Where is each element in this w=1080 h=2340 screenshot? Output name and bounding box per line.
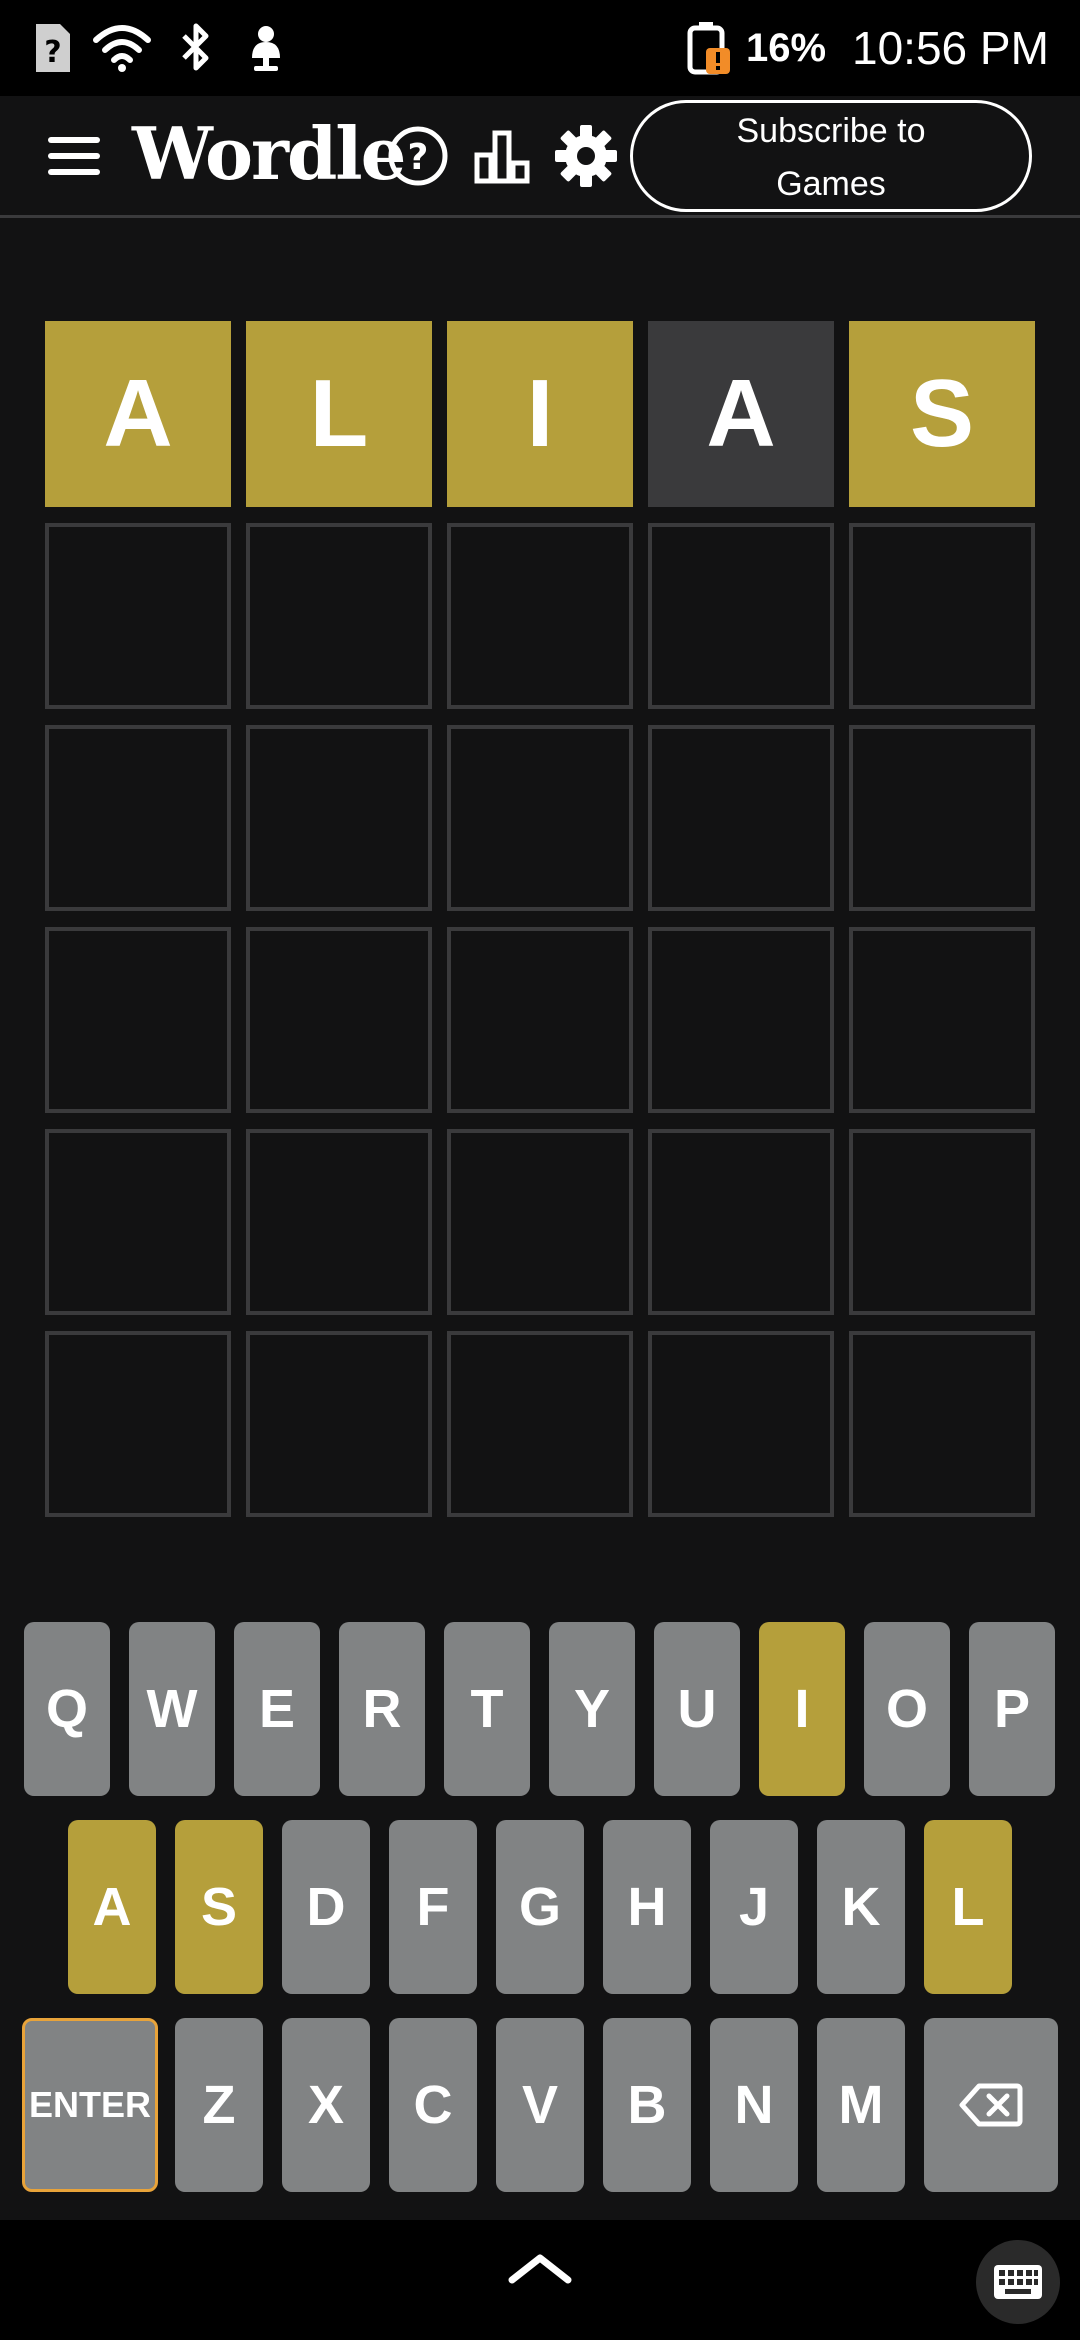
navigation-bar: [0, 2220, 1080, 2340]
key-n[interactable]: N: [710, 2018, 798, 2192]
board-tile: [849, 523, 1035, 709]
key-j[interactable]: J: [710, 1820, 798, 1994]
key-u[interactable]: U: [654, 1622, 740, 1796]
key-x[interactable]: X: [282, 2018, 370, 2192]
stats-icon: [474, 130, 530, 184]
board-tile: [447, 1129, 633, 1315]
key-a[interactable]: A: [68, 1820, 156, 1994]
key-t[interactable]: T: [444, 1622, 530, 1796]
backspace-key[interactable]: [924, 2018, 1058, 2192]
on-screen-keyboard: Q W E R T Y U I O P A S D F G H J K L ENTER Z X C V B N M: [0, 1622, 1080, 2192]
board-tile: [45, 1129, 231, 1315]
svg-text:?: ?: [408, 137, 429, 178]
sim-unknown-icon: ?: [36, 24, 70, 72]
board-tile: [447, 523, 633, 709]
chevron-up-icon[interactable]: [506, 2248, 574, 2288]
board-tile: [648, 725, 834, 911]
key-h[interactable]: H: [603, 1820, 691, 1994]
key-k[interactable]: K: [817, 1820, 905, 1994]
board-tile: [447, 927, 633, 1113]
battery-alert-icon: [687, 22, 730, 75]
board-tile: [849, 1331, 1035, 1517]
game-board: ALIAS: [45, 321, 1035, 1521]
status-bar: ? 16% 10:56 PM: [0, 0, 1080, 96]
key-g[interactable]: G: [496, 1820, 584, 1994]
key-w[interactable]: W: [129, 1622, 215, 1796]
board-tile: [246, 927, 432, 1113]
board-tile: [648, 1331, 834, 1517]
board-tile: I: [447, 321, 633, 507]
subscribe-button[interactable]: Subscribe to Games: [630, 100, 1032, 212]
key-y[interactable]: Y: [549, 1622, 635, 1796]
subscribe-label-line2: Games: [776, 165, 886, 203]
stats-button[interactable]: [464, 118, 540, 194]
key-m[interactable]: M: [817, 2018, 905, 2192]
board-tile: [447, 725, 633, 911]
settings-icon: [555, 125, 617, 187]
help-icon: ?: [388, 126, 448, 186]
key-f[interactable]: F: [389, 1820, 477, 1994]
board-tile: [246, 725, 432, 911]
menu-button[interactable]: [36, 118, 112, 194]
bluetooth-icon: [182, 23, 209, 71]
key-p[interactable]: P: [969, 1622, 1055, 1796]
board-tile: [246, 1331, 432, 1517]
key-o[interactable]: O: [864, 1622, 950, 1796]
menu-icon: [48, 137, 100, 175]
notification-person-icon: [252, 26, 280, 71]
key-e[interactable]: E: [234, 1622, 320, 1796]
board-tile: A: [45, 321, 231, 507]
key-b[interactable]: B: [603, 2018, 691, 2192]
board-tile: [849, 1129, 1035, 1315]
board-tile: S: [849, 321, 1035, 507]
board-tile: [45, 927, 231, 1113]
key-v[interactable]: V: [496, 2018, 584, 2192]
board-tile: [45, 725, 231, 911]
key-z[interactable]: Z: [175, 2018, 263, 2192]
battery-percentage: 16%: [746, 26, 827, 70]
board-tile: L: [246, 321, 432, 507]
board-tile: [648, 927, 834, 1113]
board-tile: [246, 1129, 432, 1315]
board-tile: [246, 523, 432, 709]
board-tile: [648, 1129, 834, 1315]
keyboard-icon: [994, 2265, 1042, 2299]
subscribe-label-line1: Subscribe to: [736, 112, 926, 150]
key-q[interactable]: Q: [24, 1622, 110, 1796]
key-r[interactable]: R: [339, 1622, 425, 1796]
board-tile: [849, 725, 1035, 911]
settings-button[interactable]: [548, 118, 624, 194]
board-tile: [45, 1331, 231, 1517]
page-title: Wordle: [132, 111, 406, 196]
help-button[interactable]: ?: [380, 118, 456, 194]
key-l[interactable]: L: [924, 1820, 1012, 1994]
board-tile: A: [648, 321, 834, 507]
board-tile: [45, 523, 231, 709]
key-i[interactable]: I: [759, 1622, 845, 1796]
clock: 10:56 PM: [852, 22, 1049, 74]
keyboard-toggle-button[interactable]: [976, 2240, 1060, 2324]
app-header: Wordle ? Subscribe to Games: [0, 96, 1080, 218]
key-d[interactable]: D: [282, 1820, 370, 1994]
key-c[interactable]: C: [389, 2018, 477, 2192]
backspace-icon: [959, 2083, 1023, 2127]
board-tile: [447, 1331, 633, 1517]
board-tile: [648, 523, 834, 709]
board-tile: [849, 927, 1035, 1113]
wifi-icon: [93, 25, 151, 72]
svg-text:?: ?: [44, 35, 61, 70]
enter-key[interactable]: ENTER: [22, 2018, 158, 2192]
key-s[interactable]: S: [175, 1820, 263, 1994]
